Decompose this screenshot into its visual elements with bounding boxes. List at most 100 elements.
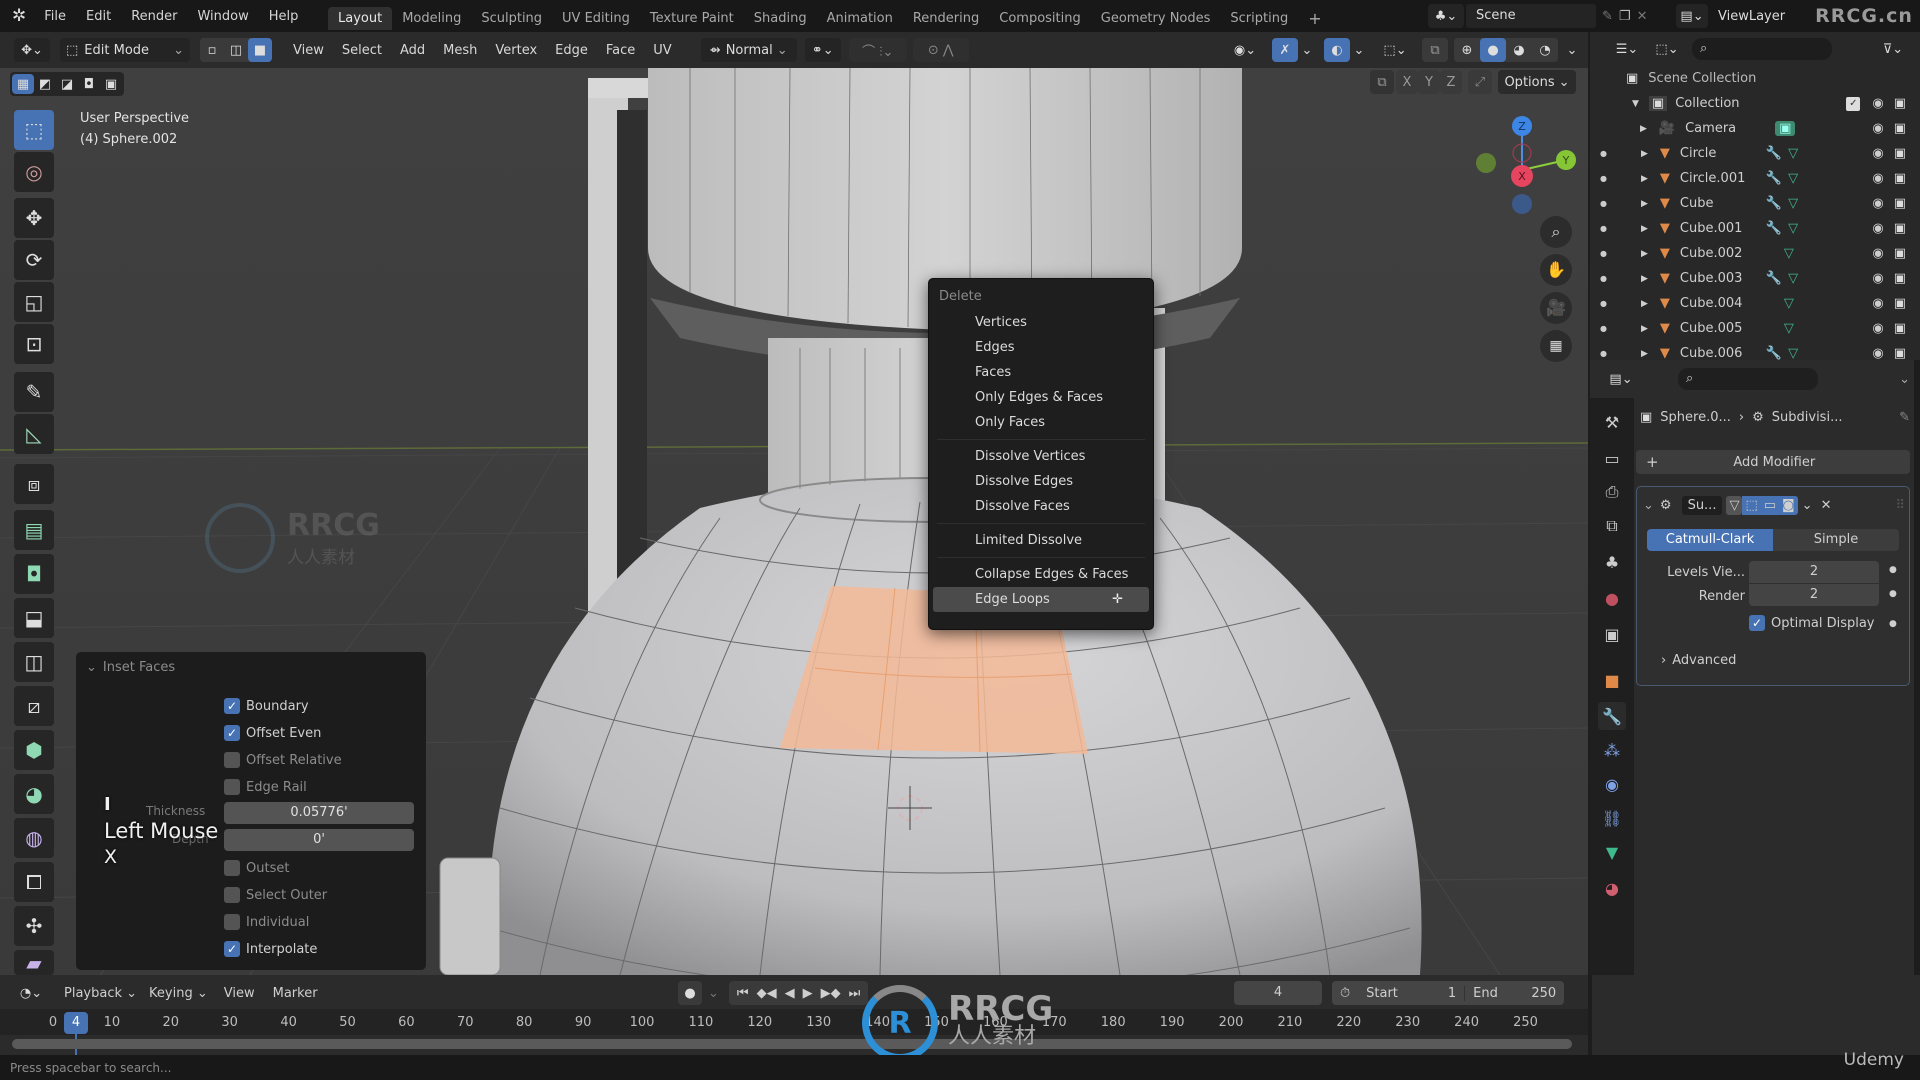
- edit-dot-icon[interactable]: ●: [1600, 274, 1607, 283]
- mirror-x-toggle[interactable]: X: [1396, 70, 1418, 94]
- limited-dissolve[interactable]: Limited Dissolve: [933, 528, 1149, 553]
- close-icon[interactable]: ✕: [1821, 498, 1832, 513]
- render-tab-icon[interactable]: ▭: [1598, 444, 1626, 472]
- tab-compositing[interactable]: Compositing: [989, 7, 1091, 30]
- editor-type-icon[interactable]: ▤⌄: [1604, 367, 1638, 391]
- eye-icon[interactable]: ◉: [1872, 321, 1883, 336]
- modifier-tab-icon[interactable]: 🔧: [1598, 702, 1626, 730]
- expand-arrow-icon[interactable]: ▶: [1641, 199, 1648, 209]
- dissolve-faces[interactable]: Dissolve Faces: [933, 494, 1149, 519]
- scale-tool-icon[interactable]: ◱: [14, 282, 54, 322]
- tool-tab-icon[interactable]: ⚒: [1598, 408, 1626, 436]
- mesh-edit-overlay-icon[interactable]: ⬚⌄: [1376, 38, 1414, 62]
- axis-gizmo[interactable]: Z Y X: [1466, 108, 1586, 218]
- shading-options-chevron-icon[interactable]: ⌄: [1562, 38, 1582, 62]
- menu-edge[interactable]: Edge: [546, 43, 597, 58]
- camera-render-icon[interactable]: ▣: [1894, 221, 1906, 236]
- tab-shading[interactable]: Shading: [744, 7, 817, 30]
- move-tool-icon[interactable]: ✥: [14, 198, 54, 238]
- depth-field[interactable]: 0': [224, 829, 414, 851]
- collapse-chevron-icon[interactable]: ⌄: [1643, 498, 1654, 513]
- filter-view-icon[interactable]: ⬚⌄: [1650, 37, 1684, 61]
- expand-arrow-icon[interactable]: ▶: [1641, 274, 1648, 284]
- transform-orientation-dropdown[interactable]: ⇴ Normal ⌄: [700, 38, 797, 62]
- optimal-display-checkbox[interactable]: ✓ Optimal Display: [1749, 615, 1875, 631]
- camera-render-icon[interactable]: ▣: [1894, 346, 1906, 361]
- edit-dot-icon[interactable]: ●: [1600, 249, 1607, 258]
- eye-icon[interactable]: ◉: [1872, 146, 1883, 161]
- rendered-shading-icon[interactable]: ◔: [1532, 38, 1558, 62]
- vertex-select-icon[interactable]: ▫: [200, 38, 224, 62]
- camera-render-icon[interactable]: ▣: [1894, 196, 1906, 211]
- data-tab-icon[interactable]: ▼: [1598, 838, 1626, 866]
- expand-arrow-icon[interactable]: ▶: [1641, 224, 1648, 234]
- offset-relative-checkbox[interactable]: Offset Relative: [224, 749, 342, 771]
- material-shading-icon[interactable]: ◕: [1506, 38, 1532, 62]
- measure-tool-icon[interactable]: ◺: [14, 414, 54, 454]
- outliner-item[interactable]: ● ▶ ▼ Circle 🔧 ▽ ◉ ▣: [1590, 141, 1920, 166]
- outliner-item[interactable]: ● ▶ ▼ Cube.005 ▽ ◉ ▣: [1590, 316, 1920, 341]
- individual-checkbox[interactable]: Individual: [224, 911, 309, 933]
- overlay-toggle-icon[interactable]: ◐: [1324, 38, 1350, 62]
- delete-faces[interactable]: Faces: [933, 360, 1149, 385]
- inset-panel-header[interactable]: ⌄ Inset Faces: [86, 660, 175, 675]
- keyframe-dot-icon[interactable]: ●: [1889, 619, 1897, 629]
- dissolve-edges[interactable]: Dissolve Edges: [933, 469, 1149, 494]
- particles-tab-icon[interactable]: ⁂: [1598, 736, 1626, 764]
- camera-render-icon[interactable]: ▣: [1894, 246, 1906, 261]
- thickness-field[interactable]: 0.05776': [224, 802, 414, 824]
- zoom-view-icon[interactable]: ⌕: [1540, 216, 1572, 248]
- start-frame-field[interactable]: Start 1: [1358, 986, 1464, 1001]
- render-levels-field[interactable]: 2: [1749, 584, 1879, 606]
- menu-window[interactable]: Window: [187, 9, 258, 24]
- tab-modeling[interactable]: Modeling: [392, 7, 471, 30]
- end-frame-field[interactable]: End 250: [1464, 985, 1564, 1001]
- edit-mode-toggle-icon[interactable]: ▽: [1726, 495, 1743, 515]
- tab-sculpting[interactable]: Sculpting: [471, 7, 552, 30]
- timeline-scrollbar[interactable]: [12, 1039, 1572, 1049]
- tab-uv-editing[interactable]: UV Editing: [552, 7, 640, 30]
- pin-icon[interactable]: ✎: [1602, 9, 1613, 24]
- shrink-fatten-tool-icon[interactable]: ✣: [14, 906, 54, 946]
- scene-collection-row[interactable]: ▣ Scene Collection: [1590, 66, 1920, 91]
- add-modifier-button[interactable]: + Add Modifier: [1636, 450, 1910, 474]
- face-select-icon[interactable]: ■: [248, 38, 272, 62]
- scene-name[interactable]: Scene: [1466, 4, 1596, 28]
- properties-search[interactable]: ⌕: [1678, 368, 1818, 390]
- proportional-editing-icon[interactable]: ⊙ ⋀: [912, 38, 969, 62]
- new-scene-icon[interactable]: ❐: [1619, 9, 1631, 24]
- outliner-item[interactable]: ● ▶ ▼ Cube.003 🔧 ▽ ◉ ▣: [1590, 266, 1920, 291]
- gizmo-toggle-icon[interactable]: ✗: [1272, 38, 1298, 62]
- outset-checkbox[interactable]: Outset: [224, 857, 289, 879]
- menu-mesh[interactable]: Mesh: [434, 43, 486, 58]
- delete-only-faces[interactable]: Only Faces: [933, 410, 1149, 435]
- viewport-toggle-icon[interactable]: ▭: [1760, 495, 1780, 515]
- tab-layout[interactable]: Layout: [328, 6, 393, 30]
- levels-viewport-field[interactable]: 2: [1749, 561, 1879, 583]
- eye-icon[interactable]: ◉: [1872, 346, 1883, 361]
- outliner-item[interactable]: ● ▶ ▼ Cube 🔧 ▽ ◉ ▣: [1590, 191, 1920, 216]
- eye-icon[interactable]: ◉: [1872, 96, 1883, 111]
- edge-slide-tool-icon[interactable]: ⧠: [14, 862, 54, 902]
- catmull-clark-option[interactable]: Catmull-Clark: [1647, 529, 1773, 551]
- cage-toggle-icon[interactable]: ⬚: [1742, 495, 1761, 515]
- add-workspace-button[interactable]: +: [1298, 5, 1331, 32]
- select-outer-checkbox[interactable]: Select Outer: [224, 884, 327, 906]
- select-extend-icon[interactable]: ◩: [34, 74, 56, 94]
- chevron-down-icon[interactable]: ⌄: [1802, 498, 1813, 513]
- expand-arrow-icon[interactable]: ▶: [1641, 349, 1648, 359]
- edit-dot-icon[interactable]: ●: [1600, 174, 1607, 183]
- eye-icon[interactable]: ◉: [1872, 171, 1883, 186]
- tab-geometry-nodes[interactable]: Geometry Nodes: [1091, 7, 1221, 30]
- editor-type-icon[interactable]: ✥⌄: [14, 38, 50, 62]
- object-tab-icon[interactable]: ■: [1598, 666, 1626, 694]
- keyframe-dot-icon[interactable]: ●: [1889, 565, 1897, 575]
- wireframe-shading-icon[interactable]: ⊕: [1454, 38, 1480, 62]
- mirror-z-toggle[interactable]: Z: [1440, 70, 1462, 94]
- chevron-down-icon[interactable]: ⌄: [1298, 38, 1316, 62]
- filter-icon[interactable]: ⊽⌄: [1876, 37, 1910, 61]
- play-icon[interactable]: ▶: [799, 986, 817, 1001]
- chevron-down-icon[interactable]: ⌄: [708, 986, 719, 1001]
- playhead-frame-indicator[interactable]: 4: [64, 1012, 88, 1034]
- shear-tool-icon[interactable]: ▰: [14, 950, 54, 975]
